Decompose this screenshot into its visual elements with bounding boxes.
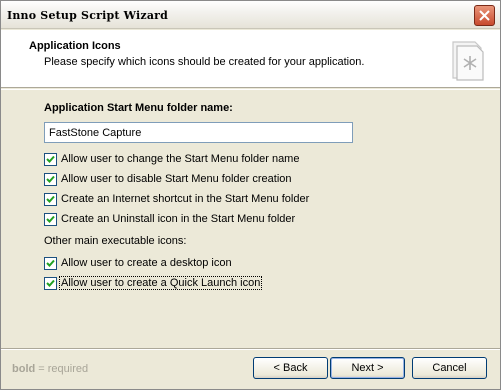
cancel-button[interactable]: Cancel: [412, 357, 487, 379]
folder-name-input[interactable]: [44, 122, 353, 143]
wizard-page-icon: [452, 41, 484, 81]
option-disable-folder[interactable]: Allow user to disable Start Menu folder …: [44, 171, 293, 187]
page-title: Application Icons: [29, 40, 121, 52]
wizard-window: Inno Setup Script Wizard Application Ico…: [0, 0, 501, 390]
close-button[interactable]: [474, 5, 495, 26]
checkmark-icon: [46, 175, 55, 183]
other-icons-label: Other main executable icons:: [44, 235, 187, 247]
option-label: Create an Uninstall icon in the Start Me…: [61, 213, 296, 225]
option-internet-shortcut[interactable]: Create an Internet shortcut in the Start…: [44, 191, 310, 207]
checkbox[interactable]: [44, 212, 57, 226]
checkbox[interactable]: [44, 152, 57, 166]
page-header: Application Icons Please specify which i…: [1, 30, 500, 88]
option-label: Create an Internet shortcut in the Start…: [61, 193, 310, 205]
option-label: Allow user to change the Start Menu fold…: [61, 153, 300, 165]
option-change-folder[interactable]: Allow user to change the Start Menu fold…: [44, 151, 300, 167]
next-button[interactable]: Next >: [330, 357, 405, 379]
checkmark-icon: [46, 155, 55, 163]
option-label: Allow user to create a Quick Launch icon: [58, 276, 263, 290]
checkmark-icon: [46, 279, 55, 287]
page-subtitle: Please specify which icons should be cre…: [44, 56, 365, 68]
back-button[interactable]: < Back: [253, 357, 328, 379]
required-note-bold: bold: [12, 363, 36, 375]
checkmark-icon: [46, 195, 55, 203]
checkmark-icon: [46, 215, 55, 223]
window-title: Inno Setup Script Wizard: [7, 9, 169, 22]
checkbox[interactable]: [44, 276, 57, 290]
checkbox[interactable]: [44, 256, 57, 270]
title-bar: Inno Setup Script Wizard: [1, 1, 500, 29]
option-uninstall-icon[interactable]: Create an Uninstall icon in the Start Me…: [44, 211, 296, 227]
option-desktop-icon[interactable]: Allow user to create a desktop icon: [44, 255, 233, 271]
checkmark-icon: [46, 259, 55, 267]
footer-divider-highlight: [1, 349, 500, 350]
folder-name-label: Application Start Menu folder name:: [44, 102, 233, 114]
required-note-text: = required: [35, 363, 89, 375]
checkbox[interactable]: [44, 172, 57, 186]
content-area: Application Start Menu folder name: Allo…: [1, 90, 500, 348]
close-icon: [479, 10, 490, 21]
option-label: Allow user to disable Start Menu folder …: [61, 173, 292, 185]
required-note: bold = required: [12, 363, 88, 375]
checkbox[interactable]: [44, 192, 57, 206]
option-label: Allow user to create a desktop icon: [61, 257, 232, 269]
option-quick-launch-icon[interactable]: Allow user to create a Quick Launch icon: [44, 275, 263, 291]
